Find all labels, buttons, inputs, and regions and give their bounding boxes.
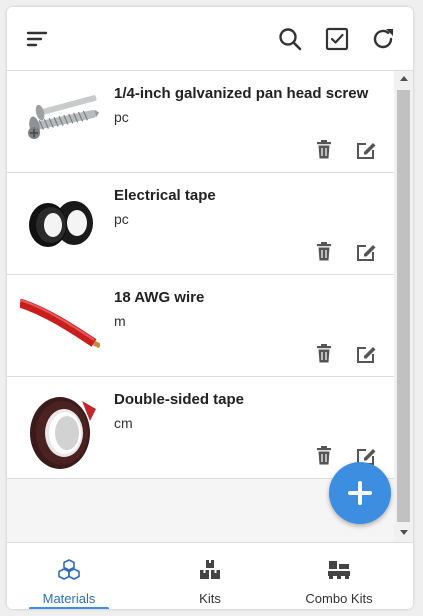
double-sided-tape-thumbnail [20,391,100,471]
material-name: Double-sided tape [114,391,245,408]
tab-combo-kits[interactable]: Combo Kits [297,543,381,609]
delete-icon[interactable] [313,445,335,467]
delete-icon[interactable] [313,241,335,263]
material-name: 18 AWG wire [114,289,205,306]
scrollbar-thumb[interactable] [397,90,410,522]
edit-icon[interactable] [355,343,377,365]
active-tab-indicator [29,607,109,609]
tab-label: Kits [199,591,221,606]
tab-label: Materials [42,591,96,606]
edit-icon[interactable] [355,139,377,161]
scrollbar[interactable] [394,71,413,542]
material-unit: cm [114,415,133,431]
screw-thumbnail [20,85,100,157]
tab-label: Combo Kits [305,591,373,606]
pallet-icon [327,558,351,582]
delete-icon[interactable] [313,343,335,365]
add-material-button[interactable] [329,462,391,524]
tab-materials[interactable]: Materials [29,543,109,609]
material-name: Electrical tape [114,187,216,204]
list-item[interactable]: 1/4-inch galvanized pan head screw pc [7,71,394,173]
tab-kits[interactable]: Kits [177,543,243,609]
material-unit: pc [114,211,129,227]
electrical-tape-thumbnail [20,187,100,259]
app-window: 1/4-inch galvanized pan head screw pc El… [7,7,413,609]
cubes-icon [57,558,81,582]
delete-icon[interactable] [313,139,335,161]
sort-lines-icon[interactable] [25,26,51,52]
search-icon[interactable] [277,26,303,52]
list-item[interactable]: Electrical tape pc [7,173,394,275]
top-toolbar [7,7,413,71]
refresh-icon[interactable] [370,26,396,52]
plus-icon [348,481,372,505]
edit-icon[interactable] [355,241,377,263]
list-item[interactable]: Double-sided tape cm [7,377,394,479]
scroll-up-arrow-icon[interactable] [394,71,413,88]
material-unit: pc [114,109,129,125]
material-unit: m [114,313,126,329]
boxes-icon [198,558,222,582]
list-item[interactable]: 18 AWG wire m [7,275,394,377]
material-name: 1/4-inch galvanized pan head screw [114,85,369,102]
scroll-down-arrow-icon[interactable] [394,525,413,542]
red-wire-thumbnail [20,289,100,361]
bottom-navigation: Materials Kits Combo Kits [7,542,413,609]
checkbox-icon[interactable] [324,26,350,52]
